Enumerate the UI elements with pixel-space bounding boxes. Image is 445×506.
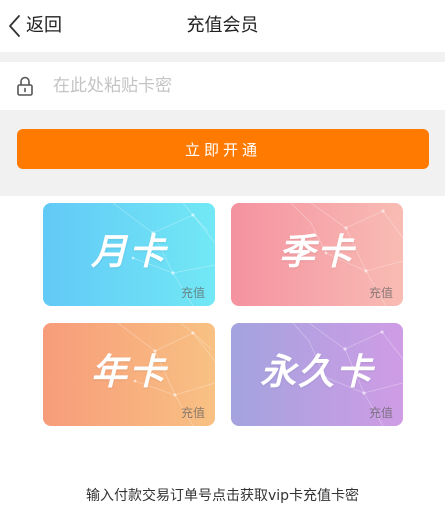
card-tag: 充值 [180, 286, 205, 300]
card-name: 季卡 [278, 232, 355, 273]
card-year[interactable]: 年卡 充值 [43, 323, 215, 426]
card-key-input[interactable] [51, 65, 415, 107]
bottom-tip: 输入付款交易订单号点击获取vip卡充值卡密 [85, 488, 360, 504]
card-name: 月卡 [90, 232, 167, 273]
card-forever[interactable]: 永久卡 充值 [231, 323, 403, 426]
card-tag: 充值 [180, 406, 205, 420]
card-quarter[interactable]: 季卡 充值 [231, 203, 403, 306]
page-title: 充值会员 [186, 15, 259, 36]
card-month[interactable]: 月卡 充值 [43, 203, 215, 306]
activate-now-button[interactable]: 立即开通 [17, 129, 429, 169]
card-tag: 充值 [368, 286, 393, 300]
card-name: 年卡 [90, 352, 167, 393]
card-tag: 充值 [368, 406, 393, 420]
card-name: 永久卡 [259, 352, 374, 393]
lock-icon [17, 76, 33, 96]
card-key-input-row [0, 62, 445, 110]
nav-bar: 返回 充值会员 [0, 0, 445, 52]
